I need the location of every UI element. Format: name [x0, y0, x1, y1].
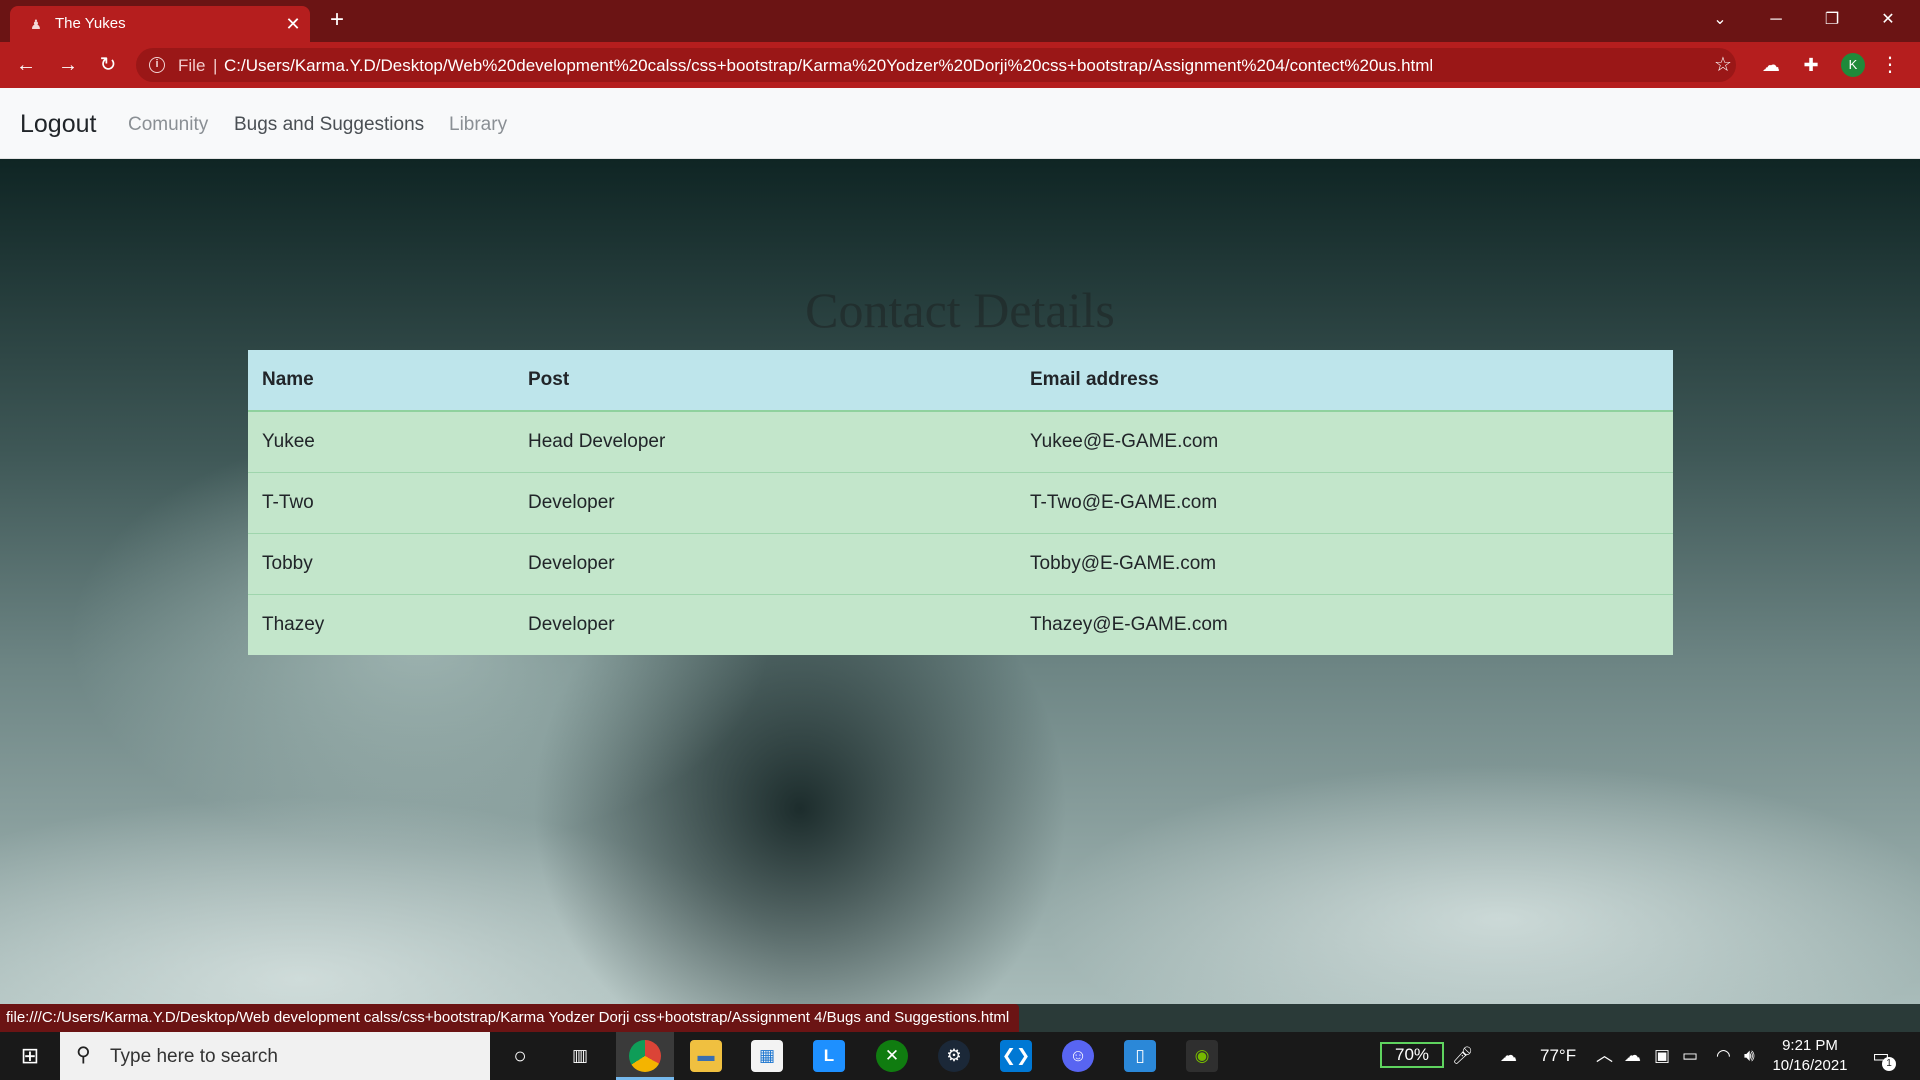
- wifi-icon[interactable]: ◠: [1716, 1044, 1731, 1068]
- profile-avatar[interactable]: K: [1841, 53, 1865, 77]
- browser-tab[interactable]: ♟ The Yukes ✕: [10, 6, 310, 42]
- background-image: Contact Details Name Post Email address …: [0, 159, 1920, 1004]
- cell-name: T-Two: [248, 471, 514, 533]
- taskbar-search-box[interactable]: ⚲ Type here to search: [60, 1032, 490, 1080]
- xbox-icon[interactable]: ✕: [876, 1040, 908, 1072]
- tab-search-icon[interactable]: ⌄: [1692, 0, 1748, 40]
- vscode-icon[interactable]: ❮❯: [1000, 1040, 1032, 1072]
- mic-icon[interactable]: 🎤︎: [1452, 1044, 1474, 1068]
- restore-button[interactable]: ❐: [1804, 0, 1860, 40]
- table-row: Thazey Developer Thazey@E-GAME.com: [248, 593, 1673, 655]
- clock[interactable]: 9:21 PM 10/16/2021: [1760, 1036, 1860, 1076]
- windows-start-icon[interactable]: ⊞: [0, 1032, 60, 1080]
- onedrive-icon[interactable]: ☁: [1624, 1044, 1641, 1068]
- extension-icon[interactable]: ☁: [1758, 51, 1784, 79]
- puzzle-icon[interactable]: ✚: [1798, 51, 1824, 79]
- battery-indicator[interactable]: 70%: [1380, 1042, 1444, 1068]
- meet-now-icon[interactable]: ▣: [1654, 1044, 1670, 1068]
- address-bar: ← → ↻ i File | C:/Users/Karma.Y.D/Deskto…: [0, 42, 1920, 88]
- cell-email: Tobby@E-GAME.com: [1016, 532, 1673, 594]
- temperature-label[interactable]: 77°F: [1540, 1044, 1576, 1068]
- nav-link-library[interactable]: Library: [449, 114, 507, 136]
- more-menu-icon[interactable]: ⋮: [1880, 51, 1900, 79]
- search-icon: ⚲: [76, 1044, 91, 1066]
- page-title: Contact Details: [805, 282, 1115, 338]
- browser-tab-strip: ♟ The Yukes ✕ + ⌄ ─ ❐ ✕: [0, 0, 1920, 42]
- cell-email: T-Two@E-GAME.com: [1016, 471, 1673, 533]
- battery-icon[interactable]: ▭: [1682, 1044, 1698, 1068]
- column-header-post: Post: [514, 350, 1016, 412]
- info-icon[interactable]: i: [149, 57, 165, 73]
- clock-date: 10/16/2021: [1772, 1057, 1848, 1074]
- cell-post: Developer: [514, 471, 1016, 533]
- discord-icon[interactable]: ☺: [1062, 1040, 1094, 1072]
- window-close-button[interactable]: ✕: [1860, 0, 1916, 40]
- url-separator: |: [213, 56, 218, 75]
- cell-email: Yukee@E-GAME.com: [1016, 410, 1673, 472]
- cell-post: Developer: [514, 532, 1016, 594]
- cell-post: Developer: [514, 593, 1016, 655]
- reload-button[interactable]: ↻: [94, 51, 122, 79]
- url-scheme: File: [178, 56, 206, 75]
- weather-cloud-icon[interactable]: ☁: [1500, 1044, 1517, 1068]
- url-field[interactable]: i File | C:/Users/Karma.Y.D/Desktop/Web%…: [136, 48, 1736, 82]
- site-navbar: Logout Comunity Bugs and Suggestions Lib…: [0, 88, 1920, 159]
- column-header-name: Name: [248, 350, 514, 412]
- windows-taskbar: ⊞ ⚲ Type here to search ○ ▥ ▬ ▦ L ✕ ⚙ ❮❯…: [0, 1032, 1920, 1080]
- task-view-icon[interactable]: ▥: [564, 1040, 596, 1072]
- url-text[interactable]: C:/Users/Karma.Y.D/Desktop/Web%20develop…: [224, 56, 1433, 76]
- contact-table: Name Post Email address Yukee Head Devel…: [248, 350, 1673, 655]
- link-preview-status: file:///C:/Users/Karma.Y.D/Desktop/Web d…: [0, 1004, 1020, 1032]
- minimize-button[interactable]: ─: [1748, 0, 1804, 40]
- steam-icon[interactable]: ⚙: [938, 1040, 970, 1072]
- cell-email: Thazey@E-GAME.com: [1016, 593, 1673, 655]
- cell-name: Thazey: [248, 593, 514, 655]
- cortana-icon[interactable]: ○: [504, 1040, 536, 1072]
- nav-link-comunity[interactable]: Comunity: [128, 114, 208, 136]
- chrome-icon[interactable]: [629, 1040, 661, 1072]
- cell-name: Tobby: [248, 532, 514, 594]
- files-icon[interactable]: ▯: [1124, 1040, 1156, 1072]
- new-tab-button[interactable]: +: [324, 7, 350, 33]
- forward-button[interactable]: →: [54, 51, 82, 79]
- cell-post: Head Developer: [514, 410, 1016, 472]
- file-explorer-icon[interactable]: ▬: [690, 1040, 722, 1072]
- volume-icon[interactable]: 🔊︎: [1744, 1044, 1755, 1068]
- nvidia-icon[interactable]: ◉: [1186, 1040, 1218, 1072]
- table-row: Tobby Developer Tobby@E-GAME.com: [248, 532, 1673, 594]
- back-button[interactable]: ←: [12, 51, 40, 79]
- table-row: Yukee Head Developer Yukee@E-GAME.com: [248, 410, 1673, 472]
- search-placeholder: Type here to search: [110, 1046, 278, 1067]
- store-icon[interactable]: ▦: [751, 1040, 783, 1072]
- bookmark-star-icon[interactable]: ☆: [1712, 51, 1734, 79]
- table-header-row: Name Post Email address: [248, 350, 1673, 412]
- nav-link-bugs-and-suggestions[interactable]: Bugs and Suggestions: [234, 114, 424, 136]
- close-tab-icon[interactable]: ✕: [282, 13, 304, 35]
- person-icon: ♟: [30, 17, 42, 32]
- tab-title: The Yukes: [55, 15, 126, 32]
- launcher-icon[interactable]: L: [813, 1040, 845, 1072]
- cell-name: Yukee: [248, 410, 514, 472]
- column-header-email: Email address: [1016, 350, 1673, 412]
- show-hidden-icons-icon[interactable]: ︿: [1596, 1044, 1613, 1068]
- table-row: T-Two Developer T-Two@E-GAME.com: [248, 471, 1673, 533]
- clock-time: 9:21 PM: [1782, 1037, 1838, 1054]
- notification-count-badge: 1: [1882, 1057, 1896, 1071]
- navbar-brand-logout[interactable]: Logout: [20, 110, 96, 139]
